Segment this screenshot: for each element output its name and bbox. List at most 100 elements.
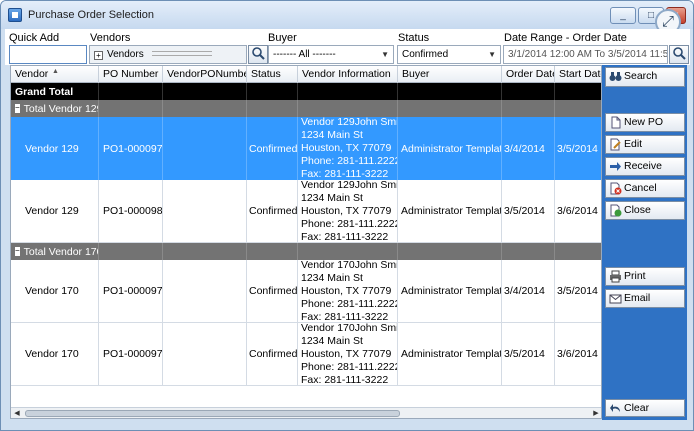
new-po-button[interactable]: New PO [605, 113, 685, 132]
cell-po-number: PO1-0000976 [99, 260, 163, 322]
column-header-buyer[interactable]: Buyer [398, 66, 502, 83]
cell-vendor: Vendor 129 [11, 180, 99, 242]
purchase-order-grid: Vendor ▲ PO Number VendorPONumber Status … [10, 65, 602, 419]
cell-status: Confirmed [247, 117, 298, 180]
status-value: Confirmed [402, 49, 449, 60]
group-label-text: Total Vendor 129 [23, 102, 99, 115]
column-header-po-number[interactable]: PO Number [99, 66, 163, 83]
cell-status: Confirmed [247, 260, 298, 322]
buyer-value: ------- All ------- [273, 49, 336, 60]
email-button[interactable]: Email [605, 289, 685, 308]
empty-cell [555, 243, 601, 260]
empty-cell [298, 100, 398, 117]
column-header-vendor-information[interactable]: Vendor Information [298, 66, 398, 83]
grid-header: Vendor ▲ PO Number VendorPONumber Status … [11, 66, 601, 83]
empty-cell [163, 100, 247, 117]
group-label[interactable]: − Total Vendor 170 [11, 243, 99, 260]
quick-add-label: Quick Add [9, 32, 60, 44]
date-range-input[interactable]: 3/1/2014 12:00 AM To 3/5/2014 11:59 PM [503, 45, 668, 64]
empty-cell [247, 243, 298, 260]
search-button[interactable]: Search [605, 67, 685, 87]
cell-buyer: Administrator Template [398, 260, 502, 322]
table-row[interactable]: Vendor 129 PO1-0000978 Confirmed Vendor 129… [11, 117, 601, 180]
empty-cell [298, 83, 398, 100]
group-row[interactable]: − Total Vendor 170 [11, 243, 601, 260]
collapse-group-icon[interactable]: − [15, 247, 20, 256]
empty-cell [99, 83, 163, 100]
empty-cell [398, 243, 502, 260]
app-icon [8, 8, 22, 22]
cell-vendor-info: Vendor 129John Smith 1234 Main St Housto… [298, 180, 398, 242]
buyer-label: Buyer [268, 32, 297, 44]
cell-order-date: 3/5/2014 [502, 180, 555, 242]
cell-order-date: 3/5/2014 [502, 323, 555, 385]
printer-icon [609, 270, 622, 283]
title-bar: Purchase Order Selection _ □ × [1, 1, 693, 29]
cell-vendor: Vendor 129 [11, 117, 99, 180]
chevron-down-icon: ▼ [381, 50, 389, 59]
cell-vendor-po [163, 260, 247, 322]
purchase-order-selection-window: Purchase Order Selection _ □ × ⤢ Quick A… [0, 0, 694, 431]
scroll-right-icon[interactable]: ▶ [590, 408, 601, 418]
cell-po-number: PO1-0000979 [99, 323, 163, 385]
empty-cell [502, 83, 555, 100]
column-header-vendor[interactable]: Vendor ▲ [11, 66, 99, 83]
status-label: Status [398, 32, 430, 44]
table-row[interactable]: Vendor 170 PO1-0000979 Confirmed Vendor 170… [11, 323, 601, 386]
group-row[interactable]: − Total Vendor 129 [11, 100, 601, 117]
buyer-dropdown[interactable]: ------- All ------- ▼ [268, 45, 394, 64]
cell-vendor-po [163, 180, 247, 242]
edit-button[interactable]: Edit [605, 135, 685, 154]
column-header-status[interactable]: Status [247, 66, 298, 83]
chevron-down-icon: ▼ [488, 50, 496, 59]
collapse-group-icon[interactable]: − [15, 104, 20, 113]
cell-start-date: 3/6/2014 [555, 323, 601, 385]
grip-icon [151, 51, 212, 56]
undo-arrow-icon [609, 402, 622, 415]
empty-cell [247, 100, 298, 117]
close-button[interactable]: Close [605, 201, 685, 220]
column-header-start-date[interactable]: Start Date [555, 66, 601, 83]
cell-buyer: Administrator Template [398, 180, 502, 242]
horizontal-scrollbar[interactable]: ◀ ▶ [11, 407, 601, 418]
vendors-selector[interactable]: + Vendors [89, 45, 247, 64]
cell-vendor-po [163, 117, 247, 180]
empty-cell [502, 100, 555, 117]
cancel-button[interactable]: Cancel [605, 179, 685, 198]
empty-cell [398, 83, 502, 100]
print-button[interactable]: Print [605, 267, 685, 286]
expand-vendors-icon[interactable]: + [94, 51, 103, 60]
scrollbar-thumb[interactable] [25, 410, 400, 417]
scroll-left-icon[interactable]: ◀ [11, 408, 23, 418]
cell-status: Confirmed [247, 323, 298, 385]
vendor-search-button[interactable] [248, 45, 268, 64]
cell-vendor: Vendor 170 [11, 260, 99, 322]
cell-start-date: 3/5/2014 [555, 117, 601, 180]
vendors-label: Vendors [90, 32, 131, 44]
group-label[interactable]: − Total Vendor 129 [11, 100, 99, 117]
table-row[interactable]: Vendor 129 PO1-0000981 Confirmed Vendor 129… [11, 180, 601, 243]
grand-total-label: Grand Total [11, 83, 99, 100]
cell-vendor-info: Vendor 129John Smith 1234 Main St Housto… [298, 117, 398, 180]
column-header-order-date[interactable]: Order Date [502, 66, 555, 83]
minimize-button[interactable]: _ [610, 7, 636, 24]
edit-document-icon [609, 138, 622, 151]
quick-add-input[interactable] [9, 45, 87, 64]
empty-cell [398, 100, 502, 117]
receive-button[interactable]: Receive [605, 157, 685, 176]
magnifier-icon [252, 47, 265, 60]
action-panel: Search New PO Edit Receive Cancel Close … [602, 65, 687, 420]
cell-status: Confirmed [247, 180, 298, 242]
status-dropdown[interactable]: Confirmed ▼ [397, 45, 501, 64]
cell-buyer: Administrator Template [398, 323, 502, 385]
cell-start-date: 3/5/2014 [555, 260, 601, 322]
cancel-document-icon [609, 182, 622, 195]
empty-cell [99, 243, 163, 260]
clear-button[interactable]: Clear [605, 399, 685, 417]
empty-cell [298, 243, 398, 260]
empty-cell [247, 83, 298, 100]
table-row[interactable]: Vendor 170 PO1-0000976 Confirmed Vendor 170… [11, 260, 601, 323]
column-header-vendor-po-number[interactable]: VendorPONumber [163, 66, 247, 83]
date-search-button[interactable] [669, 45, 689, 64]
grand-total-row[interactable]: Grand Total [11, 83, 601, 100]
